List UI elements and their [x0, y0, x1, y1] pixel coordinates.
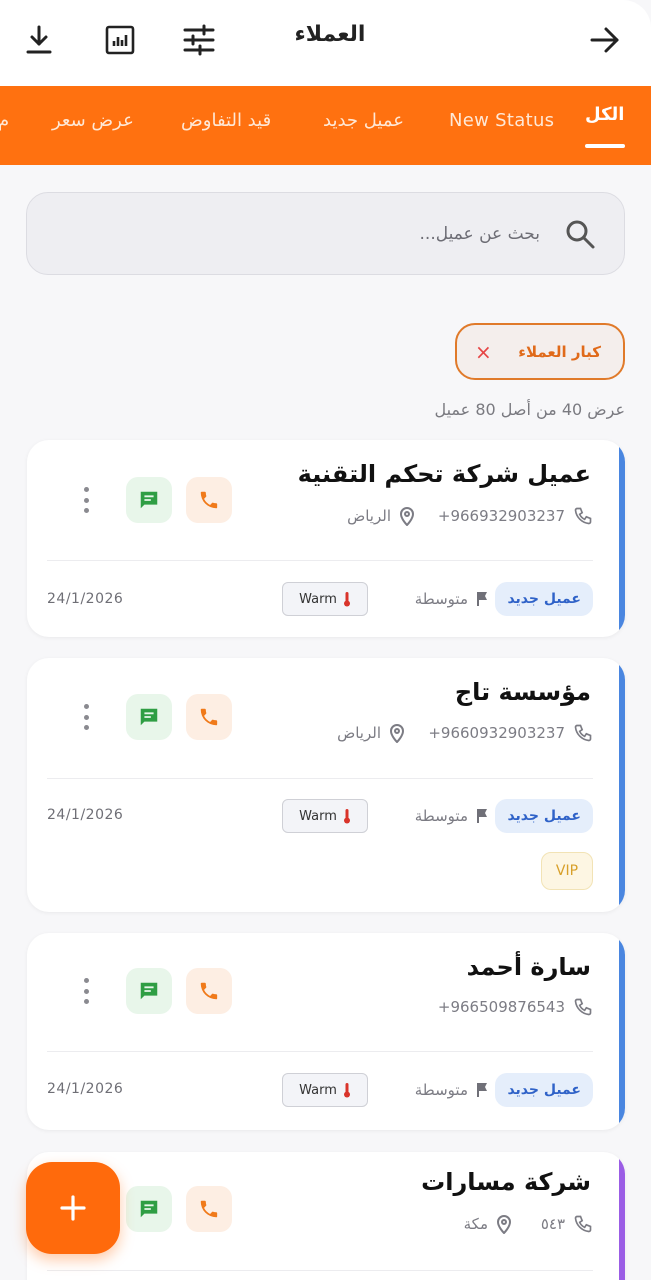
filter-button[interactable]	[179, 20, 219, 60]
message-button[interactable]	[126, 1186, 172, 1232]
priority-label: متوسطة	[415, 1081, 490, 1099]
temperature-badge: Warm	[282, 799, 368, 833]
tab-new-status[interactable]: New Status	[449, 110, 554, 131]
call-button[interactable]	[186, 694, 232, 740]
status-tabs: الكل New Status عميل جديد قيد التفاوض عر…	[0, 86, 651, 165]
phone-icon	[574, 1215, 592, 1233]
search-input[interactable]	[100, 193, 540, 274]
card-divider	[47, 1051, 593, 1052]
phone-icon	[574, 507, 592, 525]
chip-remove-icon[interactable]: ×	[475, 340, 492, 364]
customer-date: 24/1/2026	[47, 807, 124, 823]
customer-date: 24/1/2026	[47, 591, 124, 607]
back-button[interactable]	[585, 20, 625, 60]
message-button[interactable]	[126, 968, 172, 1014]
tab-quote[interactable]: عرض سعر	[52, 110, 134, 131]
status-badge: عميل جديد	[495, 799, 593, 833]
download-icon	[26, 25, 52, 54]
card-divider	[47, 778, 593, 779]
customer-location: الرياض	[337, 723, 405, 743]
phone-icon	[200, 982, 218, 1000]
thermometer-icon	[343, 809, 350, 824]
chat-icon	[140, 982, 158, 1000]
more-options-icon[interactable]	[78, 700, 94, 734]
search-bar	[26, 192, 625, 275]
phone-icon	[200, 1200, 218, 1218]
more-options-icon[interactable]	[78, 974, 94, 1008]
card-status-edge	[619, 1152, 625, 1280]
call-button[interactable]	[186, 968, 232, 1014]
thermometer-icon	[343, 592, 350, 607]
tab-negotiation[interactable]: قيد التفاوض	[181, 110, 271, 131]
card-status-edge	[619, 440, 625, 637]
thermometer-icon	[343, 1083, 350, 1098]
temperature-badge: Warm	[282, 1073, 368, 1107]
search-icon[interactable]	[558, 212, 602, 256]
customer-phone: +9660932903237	[428, 723, 593, 743]
priority-label: متوسطة	[415, 807, 490, 825]
customer-name: مؤسسة تاج	[454, 678, 591, 706]
temperature-badge: Warm	[282, 582, 368, 616]
filter-chip-vip: × كبار العملاء	[455, 323, 625, 380]
phone-icon	[574, 724, 592, 742]
results-count: عرض 40 من أصل 80 عميل	[434, 400, 625, 419]
customer-name: عميل شركة تحكم التقنية	[297, 460, 591, 488]
message-button[interactable]	[126, 694, 172, 740]
add-customer-button[interactable]	[26, 1162, 120, 1254]
card-status-edge	[619, 933, 625, 1130]
location-pin-icon	[496, 1215, 512, 1234]
chat-icon	[140, 1200, 158, 1218]
customer-card[interactable]: سارة أحمد +966509876543 عميل جديد متوسطة…	[27, 933, 625, 1130]
customer-phone: ٥٤٣	[541, 1214, 593, 1234]
vip-badge: VIP	[541, 852, 593, 890]
page-title: العملاء	[294, 22, 366, 47]
location-pin-icon	[389, 724, 405, 743]
report-button[interactable]	[100, 20, 140, 60]
customer-phone: +966509876543	[438, 997, 593, 1017]
card-divider	[47, 1270, 593, 1271]
tab-all[interactable]: الكل	[585, 104, 624, 125]
report-icon	[105, 25, 135, 55]
plus-icon	[60, 1195, 86, 1221]
back-arrow-icon	[590, 27, 619, 53]
customer-location: مكة	[464, 1214, 512, 1234]
app-header: العملاء	[0, 0, 651, 86]
download-button[interactable]	[19, 20, 59, 60]
chat-icon	[140, 708, 158, 726]
customer-date: 24/1/2026	[47, 1081, 124, 1097]
priority-label: متوسطة	[415, 590, 490, 608]
call-button[interactable]	[186, 1186, 232, 1232]
flag-icon	[477, 809, 487, 823]
phone-icon	[574, 998, 592, 1016]
card-status-edge	[619, 658, 625, 912]
location-pin-icon	[399, 507, 415, 526]
phone-icon	[200, 708, 218, 726]
chat-icon	[140, 491, 158, 509]
flag-icon	[477, 1083, 487, 1097]
chip-label: كبار العملاء	[518, 342, 601, 361]
tab-new-customer[interactable]: عميل جديد	[323, 110, 404, 131]
status-badge: عميل جديد	[495, 582, 593, 616]
phone-icon	[200, 491, 218, 509]
call-button[interactable]	[186, 477, 232, 523]
active-tab-indicator	[585, 144, 625, 148]
customer-name: سارة أحمد	[466, 953, 591, 981]
tab-more[interactable]: م	[0, 110, 9, 131]
filter-sliders-icon	[183, 24, 215, 56]
more-options-icon[interactable]	[78, 483, 94, 517]
customer-card[interactable]: عميل شركة تحكم التقنية +966932903237 الر…	[27, 440, 625, 637]
customer-name: شركة مسارات	[421, 1168, 591, 1196]
customer-card[interactable]: مؤسسة تاج +9660932903237 الرياض عميل جدي…	[27, 658, 625, 912]
card-divider	[47, 560, 593, 561]
flag-icon	[477, 592, 487, 606]
message-button[interactable]	[126, 477, 172, 523]
customer-phone: +966932903237	[438, 506, 593, 526]
status-badge: عميل جديد	[495, 1073, 593, 1107]
customer-location: الرياض	[347, 506, 415, 526]
